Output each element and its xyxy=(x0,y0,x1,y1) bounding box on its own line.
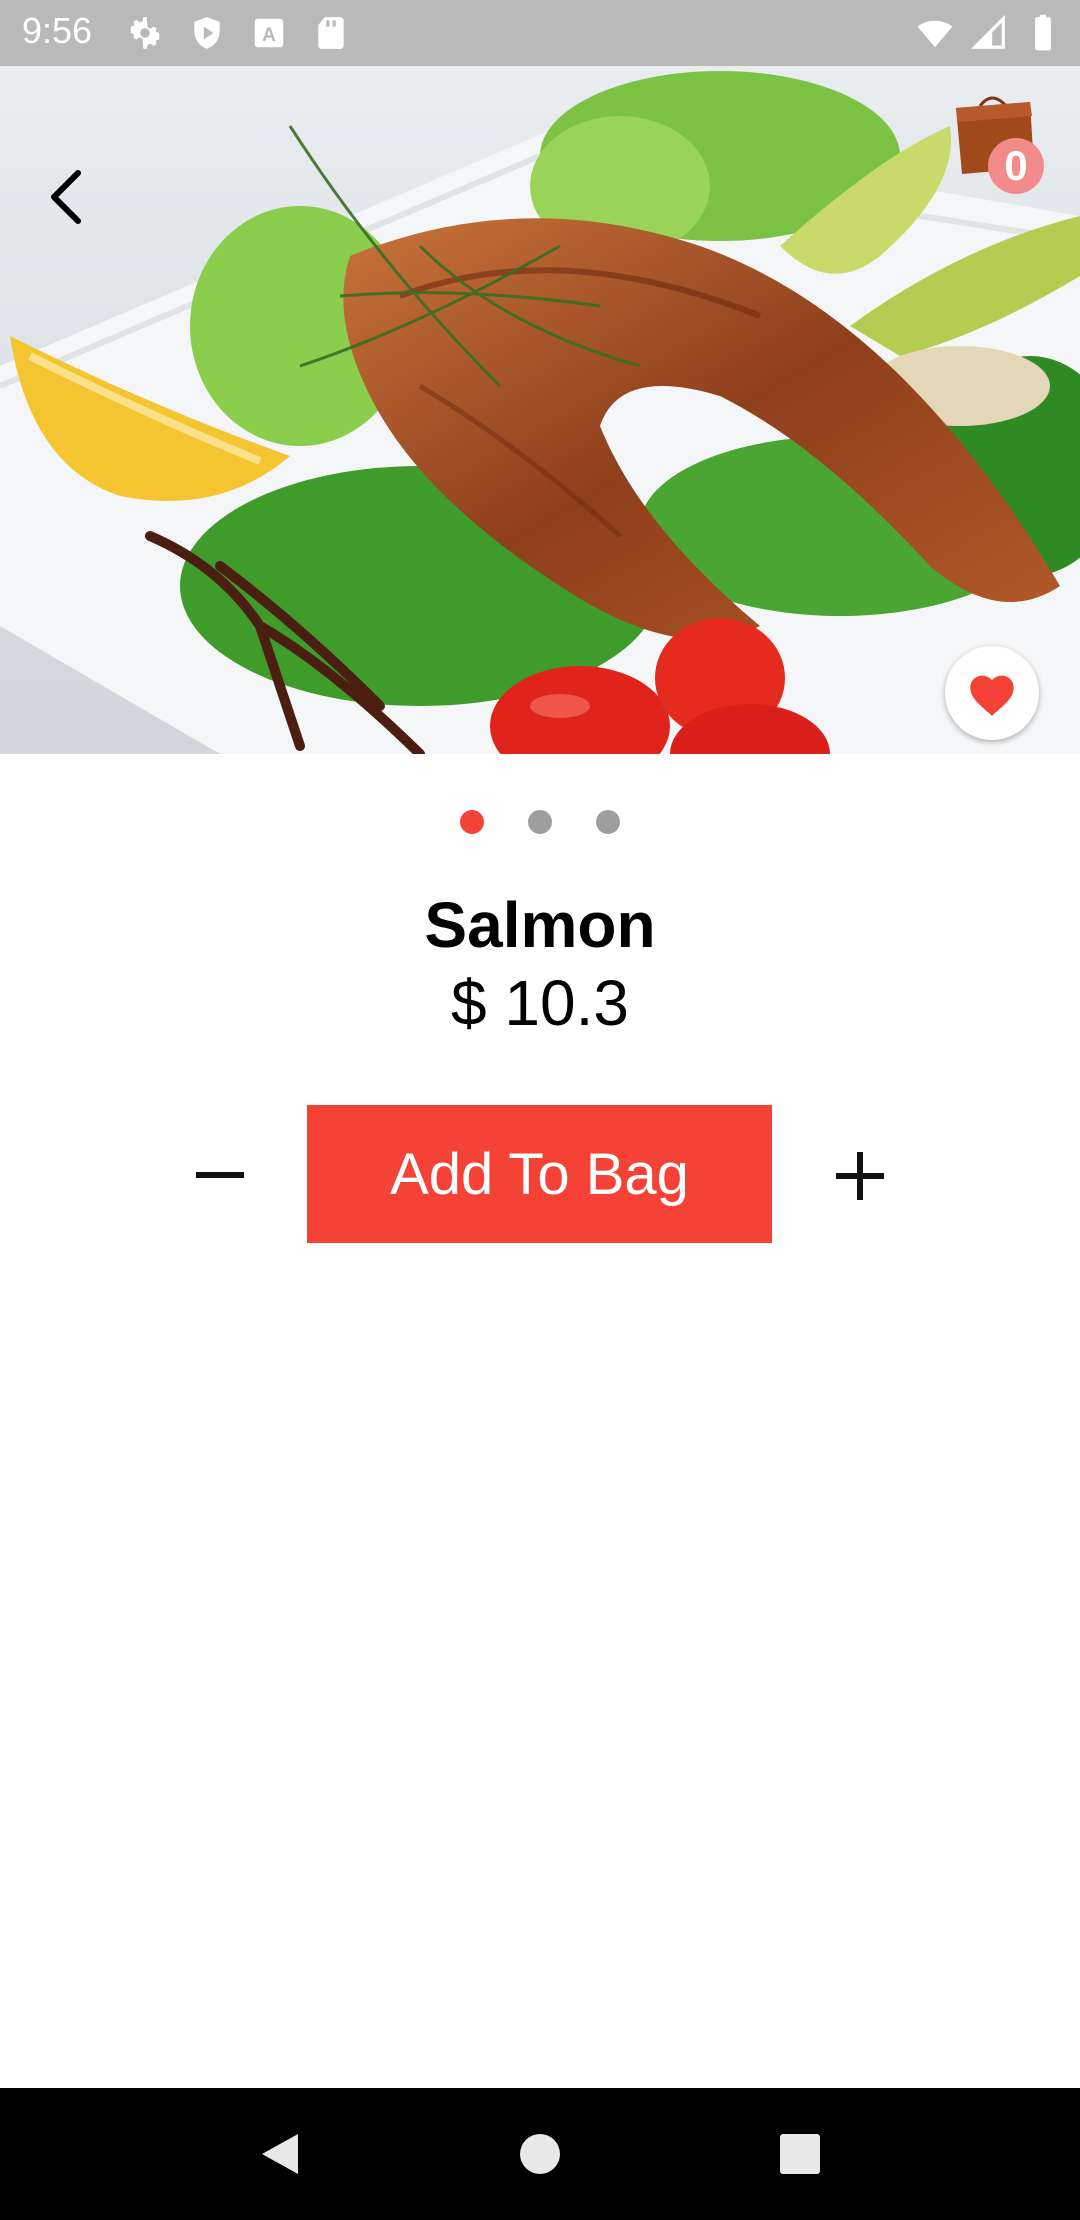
status-icons-right xyxy=(916,14,1062,52)
product-name: Salmon xyxy=(424,889,656,961)
product-price: $ 10.3 xyxy=(451,967,629,1039)
pager-dot-3[interactable] xyxy=(596,810,620,834)
pager-dot-1[interactable] xyxy=(460,810,484,834)
home-nav-icon xyxy=(520,2134,560,2174)
nav-recents-button[interactable] xyxy=(770,2124,830,2184)
minus-icon xyxy=(196,1172,244,1178)
shield-play-icon xyxy=(194,17,220,49)
bag-count-badge: 0 xyxy=(988,138,1044,194)
recents-nav-icon xyxy=(780,2134,820,2174)
status-icons-left: A xyxy=(126,14,350,52)
nav-back-button[interactable] xyxy=(250,2124,310,2184)
back-button[interactable] xyxy=(36,162,96,232)
status-time: 9:56 xyxy=(22,10,93,51)
status-bar: 9:56 A xyxy=(0,0,1080,66)
salmon-plate-illustration xyxy=(0,66,1080,754)
cellular-icon xyxy=(970,14,1005,49)
decrease-quantity-button[interactable] xyxy=(180,1140,260,1210)
add-to-bag-button[interactable]: Add To Bag xyxy=(307,1105,772,1243)
settings-icon xyxy=(130,17,160,49)
svg-text:A: A xyxy=(262,25,276,46)
system-navigation-bar xyxy=(0,2088,1080,2220)
back-nav-icon xyxy=(262,2134,298,2174)
product-image[interactable] xyxy=(0,66,1080,754)
favorite-button[interactable] xyxy=(945,646,1039,740)
increase-quantity-button[interactable] xyxy=(820,1136,900,1216)
battery-icon xyxy=(1035,14,1051,51)
chevron-left-icon xyxy=(51,170,81,224)
pager-dot-2[interactable] xyxy=(528,810,552,834)
wifi-icon xyxy=(917,20,953,48)
image-pager xyxy=(0,810,1080,834)
heart-icon xyxy=(970,675,1014,716)
plus-icon xyxy=(836,1152,884,1200)
nav-home-button[interactable] xyxy=(510,2124,570,2184)
font-a-icon: A xyxy=(254,18,284,48)
sd-card-icon xyxy=(318,17,344,49)
